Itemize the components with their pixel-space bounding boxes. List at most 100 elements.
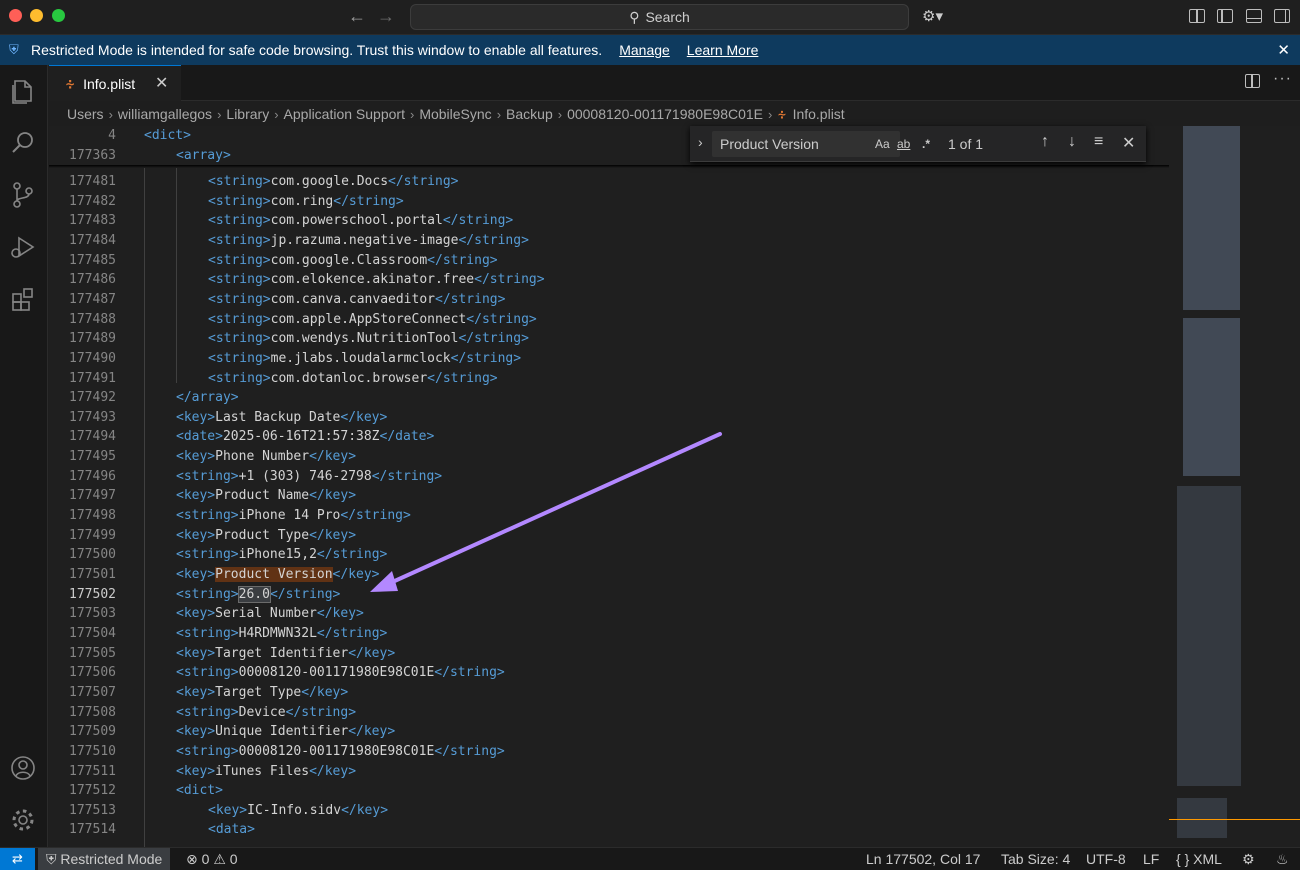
match-case-toggle[interactable]: Aa [875,137,890,151]
copilot-icon[interactable]: ⚙▾ [922,7,943,25]
learn-more-link[interactable]: Learn More [687,42,759,58]
breadcrumb-item[interactable]: williamgallegos [118,106,212,122]
xml-value: Product Name [215,488,310,504]
xml-tag: <key> [176,449,216,465]
breadcrumb-item[interactable]: 00008120-001171980E98C01E [567,106,763,122]
extensions-icon[interactable] [9,285,37,313]
close-window-button[interactable] [9,9,22,22]
tab-info-plist[interactable]: ∻ Info.plist ✕ [49,65,181,101]
search-icon[interactable] [9,129,37,157]
minimap-content [1177,486,1241,786]
line-ending[interactable]: LF [1143,851,1159,867]
minimap[interactable] [1169,126,1300,847]
copilot-status-icon[interactable]: ⚙ [1242,851,1255,868]
shield-icon: ⛨ [9,42,19,57]
line-number: 177501 [69,567,116,582]
problems-status[interactable]: ⊗ 0 ⚠ 0 [186,851,238,868]
find-input[interactable]: Product Version [712,131,900,157]
cursor-position[interactable]: Ln 177502, Col 17 [866,851,980,867]
xml-tag: <key> [176,724,216,740]
breadcrumb-item[interactable]: Library [226,106,269,122]
line-number: 177507 [69,684,116,700]
xml-tag: </string> [316,547,388,563]
close-icon[interactable]: ✕ [1277,41,1290,59]
xml-tag: </date> [379,429,435,445]
remote-icon[interactable]: ⇄ [0,848,35,870]
xml-tag: </string> [435,291,506,307]
error-icon: ⊗ [186,851,198,867]
language-mode[interactable]: { } XML [1176,851,1222,867]
breadcrumb-item[interactable]: Info.plist [793,106,845,122]
run-debug-icon[interactable] [9,233,37,261]
shield-icon: ⛨ [46,851,57,867]
breadcrumb-item[interactable]: Application Support [284,106,405,122]
code-text: <string>com.elokence.akinator.free</stri… [208,270,545,290]
previous-match-arrow-icon[interactable]: ↑ [1041,133,1049,151]
close-tab-icon[interactable]: ✕ [155,73,168,93]
status-bar: ⇄ ⛨ Restricted Mode ⊗ 0 ⚠ 0 Ln 177502, C… [0,847,1300,870]
restricted-mode-status[interactable]: ⛨ Restricted Mode [38,848,171,870]
code-line: 177504 <string>H4RDMWN32L</string> [49,624,1169,644]
breadcrumb-item[interactable]: Backup [506,106,553,122]
code-line: 177499 <key>Product Type</key> [49,526,1169,546]
regex-toggle[interactable]: .* [922,137,930,151]
code-text: <string>com.dotanloc.browser</string> [208,369,498,389]
more-actions-icon[interactable]: ··· [1273,70,1292,88]
explorer-icon[interactable] [9,77,37,105]
code-line: 177495 <key>Phone Number</key> [49,447,1169,467]
toggle-secondary-sidebar-icon[interactable] [1274,9,1290,23]
code-line: 177506 <string>00008120-001171980E98C01E<… [49,663,1169,683]
xml-tag: </key> [309,488,357,504]
xml-value: Last Backup Date [215,409,341,425]
line-number: 177482 [69,193,116,209]
code-line: 177485 <string>com.google.Classroom</stri… [49,251,1169,271]
command-center-search[interactable]: ⚲ Search [410,4,909,30]
breadcrumb-item[interactable]: Users [67,106,104,122]
minimize-window-button[interactable] [30,9,43,22]
line-number: 177481 [69,174,116,189]
xml-tag: </string> [434,665,505,681]
tab-label: Info.plist [83,75,136,92]
code-line: 177494 <date>2025-06-16T21:57:38Z</date> [49,427,1169,447]
manage-link[interactable]: Manage [619,42,670,58]
code-line: 177511 <key>iTunes Files</key> [49,762,1169,782]
line-number: 177506 [69,665,116,681]
zoom-window-button[interactable] [52,9,65,22]
xml-tag: <string> [208,370,271,386]
line-number: 177509 [69,724,116,740]
toggle-panel-icon[interactable] [1246,9,1262,23]
code-text: <string>00008120-001171980E98C01E</strin… [176,742,505,762]
line-number: 177513 [69,802,116,818]
xml-value: IC-Info.sidv [247,802,342,818]
find-in-selection-icon[interactable]: ≡ [1094,133,1103,151]
xml-tag: <string> [208,193,271,209]
line-number: 177491 [69,370,116,386]
warning-count: 0 [229,851,238,867]
close-find-icon[interactable]: ✕ [1122,133,1135,153]
customize-layout-icon[interactable] [1189,9,1205,23]
xml-tag: <key> [176,527,216,543]
breadcrumb: Users › williamgallegos › Library › Applicatio… [49,103,845,125]
forward-arrow-icon[interactable]: → [377,6,395,27]
search-icon: ⚲ [629,8,640,25]
settings-gear-icon[interactable] [9,806,37,834]
xml-tag: </string> [285,704,357,720]
match-whole-word-toggle[interactable]: ab [897,137,910,151]
code-editor[interactable]: 177481 <string>com.google.Docs</string> 17… [49,126,1169,847]
encoding[interactable]: UTF-8 [1086,851,1126,867]
line-number: 177488 [69,311,116,327]
toggle-primary-sidebar-icon[interactable] [1217,9,1233,23]
source-control-icon[interactable] [9,181,37,209]
xml-tag: <string> [176,586,239,602]
breadcrumb-item[interactable]: MobileSync [419,106,491,122]
code-text: <key>Product Name</key> [176,486,356,506]
toggle-replace-chevron-icon[interactable]: › [698,134,703,150]
tab-size[interactable]: Tab Size: 4 [1001,851,1070,867]
next-match-arrow-icon[interactable]: ↓ [1068,133,1076,151]
split-editor-icon[interactable] [1245,74,1260,88]
back-arrow-icon[interactable]: ← [348,6,366,27]
xml-tag: </string> [458,331,529,347]
bell-icon[interactable]: ♨ [1276,851,1289,868]
code-text: <key>Serial Number</key> [176,604,364,624]
account-icon[interactable] [9,754,37,782]
